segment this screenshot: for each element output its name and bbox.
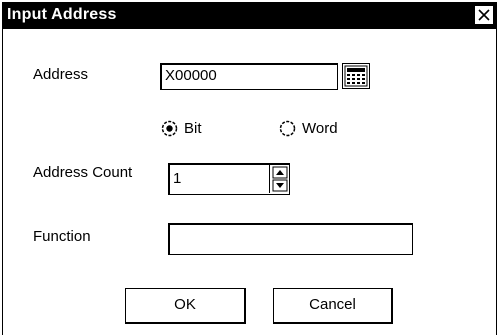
title-bar: Input Address [3,3,496,29]
address-keypad-button[interactable] [342,63,370,89]
dialog-title: Input Address [7,6,117,23]
function-label: Function [33,228,91,245]
radio-selected-icon [161,120,178,137]
address-count-input[interactable]: 1 [168,163,290,195]
address-count-spinner[interactable] [269,165,289,193]
address-label: Address [33,66,89,83]
address-count-value: 1 [173,170,182,187]
radio-bit-label: Bit [184,120,202,137]
radio-word-label: Word [302,120,338,137]
function-input[interactable] [168,223,413,255]
radio-unselected-icon [279,120,296,137]
input-address-dialog: Input Address Address X00000 Bit Word Ad… [2,2,497,335]
address-input[interactable]: X00000 [160,63,338,90]
radio-bit[interactable]: Bit [161,120,202,137]
address-count-label: Address Count [33,164,133,181]
cancel-button[interactable]: Cancel [273,288,393,324]
ok-button[interactable]: OK [125,288,246,324]
close-icon [478,9,490,21]
keypad-icon [344,65,368,87]
spinner-arrows-icon [272,166,288,192]
radio-word[interactable]: Word [279,120,338,137]
close-button[interactable] [474,5,494,25]
